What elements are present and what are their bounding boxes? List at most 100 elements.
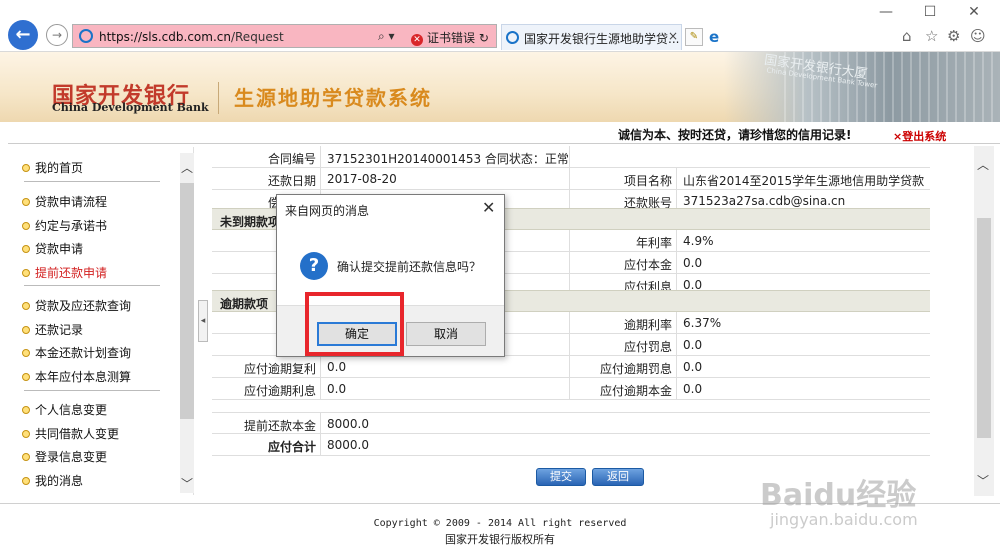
page-left-edge — [0, 130, 8, 510]
cell-divider — [569, 146, 570, 168]
nav-item-prepayment[interactable]: 提前还款申请 — [21, 264, 107, 281]
back-button[interactable]: ← — [8, 20, 38, 50]
refresh-icon[interactable]: ↻ — [479, 31, 489, 45]
principal-due-value: 0.0 — [683, 256, 703, 270]
prepay-principal-label: 提前还款本金 — [243, 419, 316, 433]
repay-date-label: 还款日期 — [267, 174, 316, 188]
tab-title: 国家开发银行生源地助学贷... — [524, 32, 680, 46]
overdue-principal-label: 应付逾期本金 — [599, 384, 672, 398]
table-row: 应付逾期复利 0.0 应付逾期罚息 0.0 — [212, 356, 930, 378]
overdue-compound-value: 0.0 — [327, 360, 347, 374]
repay-date-value: 2017-08-20 — [327, 172, 397, 186]
account-value: 371523a27sa.cdb@sina.cn — [683, 194, 846, 208]
dialog-close-icon[interactable]: ✕ — [482, 198, 495, 217]
nav-item-messages[interactable]: 我的消息 — [21, 472, 83, 489]
header-divider — [218, 82, 219, 114]
url-text[interactable]: https://sls.cdb.com.cn/Request — [99, 30, 284, 44]
annual-rate-label: 年利率 — [635, 236, 672, 250]
penalty-due-label: 应付罚息 — [623, 340, 672, 354]
nav-divider — [24, 181, 160, 182]
baidu-watermark: Baidu经验 jingyan.baidu.com — [760, 470, 960, 540]
page-scrollbar[interactable]: ︿ ﹀ — [974, 146, 994, 496]
nav-item-loan-query[interactable]: 贷款及应还款查询 — [21, 297, 131, 314]
site-header: 国家开发银行 China Development Bank 生源地助学贷款系统 … — [0, 52, 1000, 122]
penalty-due-value: 0.0 — [683, 338, 703, 352]
nav-scroll-thumb[interactable] — [180, 183, 194, 419]
ie-page-icon — [79, 29, 93, 43]
highlight-box — [305, 292, 404, 356]
nav-item-principal-plan[interactable]: 本金还款计划查询 — [21, 344, 131, 361]
question-icon: ? — [300, 252, 328, 280]
slogan-bar: 诚信为本、按时还贷，请珍惜您的信用记录! ×登出系统 — [0, 122, 1000, 144]
cancel-button[interactable]: 取消 — [406, 322, 486, 346]
left-nav: 我的首页 贷款申请流程 约定与承诺书 贷款申请 提前还款申请 贷款及应还款查询 … — [10, 147, 194, 495]
nav-item-loan-apply[interactable]: 贷款申请 — [21, 240, 83, 257]
collapse-sidebar-button[interactable]: ◂ — [198, 300, 208, 342]
cell-divider — [320, 146, 321, 168]
overdue-rate-label: 逾期利率 — [623, 318, 672, 332]
submit-button[interactable]: 提交 — [536, 468, 586, 486]
nav-item-repay-records[interactable]: 还款记录 — [21, 321, 83, 338]
overdue-principal-value: 0.0 — [683, 382, 703, 396]
search-dropdown-icon[interactable]: ⌕ ▾ — [378, 29, 395, 44]
system-title: 生源地助学贷款系统 — [234, 86, 432, 110]
total-label: 应付合计 — [267, 440, 316, 454]
nav-scrollbar[interactable]: ︿ ﹀ — [180, 153, 194, 493]
dialog-message: 确认提交提前还款信息吗？ — [337, 260, 482, 274]
nav-item-interest-estimate[interactable]: 本年应付本息测算 — [21, 368, 131, 385]
maximize-icon[interactable]: ☐ — [920, 4, 940, 20]
contract-value: 37152301H20140001453 合同状态：正常 — [327, 152, 569, 166]
contract-label: 合同编号 — [267, 152, 316, 166]
nav-item-coborrower[interactable]: 共同借款人变更 — [21, 425, 119, 442]
overdue-penalty-label: 应付逾期罚息 — [599, 362, 672, 376]
overdue-interest-label: 应付逾期利息 — [243, 384, 316, 398]
table-row: 还款日期 2017-08-20 项目名称 山东省2014至2015学年生源地信用… — [212, 168, 930, 190]
slogan-text: 诚信为本、按时还贷，请珍惜您的信用记录! — [618, 128, 852, 142]
table-row: 应付合计 8000.0 — [212, 434, 930, 456]
minimize-icon[interactable]: — — [876, 4, 896, 20]
overdue-compound-label: 应付逾期复利 — [243, 362, 316, 376]
cell-divider — [676, 334, 677, 356]
url-path: /Request — [230, 30, 284, 44]
nav-item-login-info[interactable]: 登录信息变更 — [21, 448, 107, 465]
scroll-down-icon[interactable]: ﹀ — [977, 472, 989, 489]
scroll-up-icon[interactable]: ︿ — [181, 159, 193, 176]
new-tab-icon[interactable]: ✎ — [685, 28, 703, 46]
cert-error-button[interactable]: ✕ 证书错误 ↻ — [411, 29, 489, 46]
logout-link[interactable]: ×登出系统 — [893, 128, 946, 144]
nav-item-loan-process[interactable]: 贷款申请流程 — [21, 193, 107, 210]
edge-icon[interactable]: e — [709, 28, 727, 46]
cell-divider — [320, 413, 321, 435]
watermark-brand: Baidu经验 — [760, 478, 917, 513]
cell-divider — [676, 230, 677, 252]
window-close-icon[interactable]: ✕ — [964, 4, 984, 20]
section-unexpired-title: 未到期款项 — [220, 215, 281, 229]
forward-button[interactable]: → — [46, 24, 68, 46]
building-photo: 国家开发银行大厦 China Development Bank Tower — [724, 52, 1000, 122]
table-row: 提前还款本金 8000.0 — [212, 412, 930, 435]
cell-divider — [320, 434, 321, 456]
cert-error-label: 证书错误 — [427, 31, 476, 45]
bank-logo-en: China Development Bank — [52, 101, 209, 114]
cell-divider — [320, 378, 321, 400]
nav-item-agreement[interactable]: 约定与承诺书 — [21, 217, 107, 234]
browser-tab[interactable]: 国家开发银行生源地助学贷... × — [501, 24, 682, 50]
browser-chrome: — ☐ ✕ ← → https://sls.cdb.com.cn/Request… — [0, 0, 1000, 52]
nav-item-personal-info[interactable]: 个人信息变更 — [21, 401, 107, 418]
settings-icon[interactable]: ⚙ — [947, 27, 960, 45]
project-label: 项目名称 — [623, 174, 672, 188]
dialog-title: 来自网页的消息 — [285, 204, 370, 218]
back-page-button[interactable]: 返回 — [592, 468, 644, 486]
address-bar[interactable]: https://sls.cdb.com.cn/Request ⌕ ▾ ✕ 证书错误… — [72, 24, 497, 48]
cell-divider — [676, 168, 677, 190]
scroll-up-icon[interactable]: ︿ — [977, 156, 989, 173]
overdue-interest-value: 0.0 — [327, 382, 347, 396]
feedback-icon[interactable]: ☺ — [970, 27, 986, 45]
cert-error-icon: ✕ — [411, 34, 423, 46]
scroll-down-icon[interactable]: ﹀ — [181, 475, 193, 492]
home-icon[interactable]: ⌂ — [902, 27, 912, 45]
tab-close-icon[interactable]: × — [668, 29, 678, 43]
favorites-icon[interactable]: ☆ — [925, 27, 938, 45]
page-scroll-thumb[interactable] — [977, 218, 991, 438]
nav-item-home[interactable]: 我的首页 — [21, 159, 83, 176]
